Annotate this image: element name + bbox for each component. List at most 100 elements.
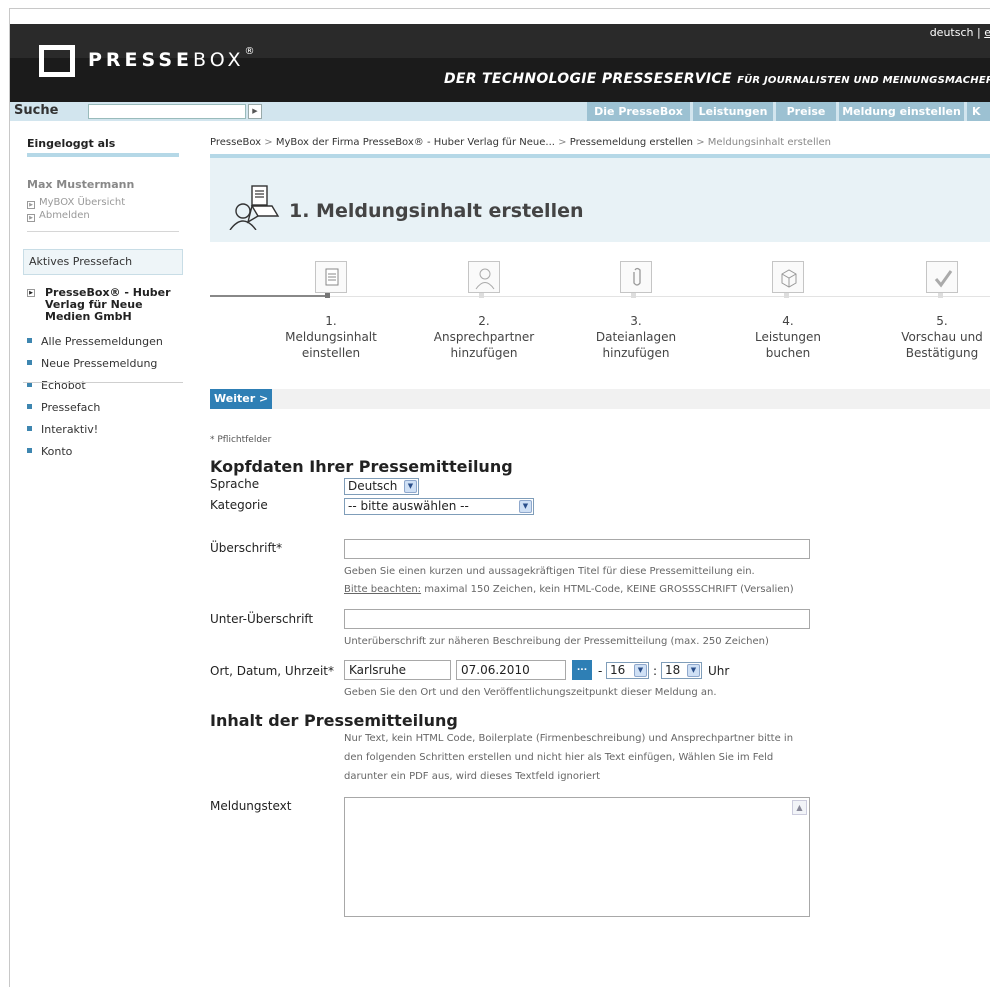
step-line2: Bestätigung	[905, 346, 979, 360]
step-2-label[interactable]: 2. Ansprechpartner hinzufügen	[414, 313, 554, 361]
nav-tab-die-pressebox[interactable]: Die PresseBox	[587, 102, 690, 121]
sidebar-bottom-divider	[23, 382, 183, 383]
slogan: DER TECHNOLOGIE PRESSESERVICE FÜR JOURNA…	[444, 71, 990, 87]
weiter-button[interactable]: Weiter >	[210, 389, 273, 409]
hour-select[interactable]: 16 ▼	[606, 662, 649, 679]
step-2-icon[interactable]	[468, 261, 500, 293]
step-dot-2	[479, 293, 484, 298]
sidebar-item-label: Interaktiv!	[41, 423, 99, 436]
breadcrumb-item[interactable]: MyBox der Firma PresseBox® - Huber Verla…	[276, 137, 555, 148]
meldungstext-label: Meldungstext	[210, 799, 292, 813]
language-switcher: deutsch | e	[930, 26, 990, 39]
bullet-icon	[27, 448, 32, 453]
kategorie-label: Kategorie	[210, 498, 268, 512]
ueberschrift-label: Überschrift*	[210, 541, 283, 555]
breadcrumb-item[interactable]: Pressemeldung erstellen	[570, 137, 693, 148]
breadcrumb-separator: >	[558, 137, 567, 148]
datum-input[interactable]: 07.06.2010	[456, 660, 566, 680]
step-3-label[interactable]: 3. Dateianlagen hinzufügen	[566, 313, 706, 361]
logged-in-heading: Eingeloggt als	[27, 137, 116, 150]
nav-tab-leistungen[interactable]: Leistungen	[693, 102, 773, 121]
step-1-label[interactable]: 1. Meldungsinhalt einstellen	[261, 313, 401, 361]
step-dot-1	[325, 293, 330, 298]
nav-tab-preise[interactable]: Preise	[776, 102, 836, 121]
step-dot-5	[938, 293, 943, 298]
unter-ueberschrift-label: Unter-Überschrift	[210, 612, 314, 626]
step-num: 4.	[782, 314, 794, 328]
chevron-down-icon: ▼	[404, 480, 417, 493]
mybox-overview-link[interactable]: ▶ MyBOX Übersicht	[27, 197, 125, 209]
kategorie-value: -- bitte auswählen --	[348, 499, 469, 513]
document-icon	[325, 268, 339, 286]
step-num: 3.	[630, 314, 642, 328]
person-icon	[475, 268, 495, 290]
sidebar-item-echobot[interactable]: Echobot	[27, 379, 86, 392]
sprache-label: Sprache	[210, 477, 260, 491]
step-line1: Ansprechpartner	[433, 330, 535, 344]
sidebar-item-label: Alle Pressemeldungen	[41, 335, 163, 348]
kategorie-select[interactable]: -- bitte auswählen -- ▼	[344, 498, 534, 515]
lang-de-link[interactable]: deutsch	[930, 26, 974, 39]
sprache-select[interactable]: Deutsch ▼	[344, 478, 419, 495]
sidebar-item-pressefach[interactable]: Pressefach	[27, 401, 100, 414]
step-line1: Vorschau und	[901, 330, 983, 344]
logout-label: Abmelden	[39, 210, 90, 221]
ort-datum-label: Ort, Datum, Uhrzeit*	[210, 664, 334, 678]
step-line2: buchen	[765, 346, 811, 360]
page-title-box: 1. Meldungsinhalt erstellen	[210, 158, 990, 242]
sidebar-item-interaktiv[interactable]: Interaktiv!	[27, 423, 98, 436]
meldungstext-textarea[interactable]: ▲	[344, 797, 810, 917]
search-go-button[interactable]: ▶	[248, 104, 262, 119]
ort-input[interactable]: Karlsruhe	[344, 660, 451, 680]
search-nav-bar: Suche ▶ Die PresseBox Leistungen Preise …	[10, 102, 990, 121]
step-4-label[interactable]: 4. Leistungen buchen	[718, 313, 858, 361]
paperclip-icon	[633, 267, 641, 286]
chevron-down-icon: ▼	[519, 500, 532, 513]
arrow-square-icon: ▶	[27, 201, 35, 209]
site-logo[interactable]: PRESSEBOX®	[88, 46, 255, 71]
calendar-button[interactable]: ...	[572, 660, 592, 680]
search-label: Suche	[14, 103, 59, 118]
sidebar-company-label: PresseBox® - Huber Verlag für Neue Medie…	[45, 286, 171, 323]
breadcrumb-separator: >	[696, 137, 705, 148]
site-header: PRESSEBOX® deutsch | e DER TECHNOLOGIE P…	[10, 24, 990, 102]
nav-tab-k[interactable]: K	[967, 102, 990, 121]
step-line1: Dateianlagen	[595, 330, 677, 344]
logo-bold: PRESSE	[88, 49, 194, 71]
step-3-icon[interactable]	[620, 261, 652, 293]
person-document-icon	[229, 185, 280, 230]
progress-active	[210, 295, 325, 297]
minute-value: 18	[665, 663, 681, 677]
mybox-overview-label: MyBOX Übersicht	[39, 197, 126, 208]
sidebar-item-alle-pressemeldungen[interactable]: Alle Pressemeldungen	[27, 335, 163, 348]
scroll-up-icon[interactable]: ▲	[792, 800, 807, 815]
sidebar-item-konto[interactable]: Konto	[27, 445, 72, 458]
hint-text: maximal 150 Zeichen, kein HTML-Code, KEI…	[421, 584, 794, 595]
logo-registered: ®	[244, 46, 255, 57]
bullet-icon	[27, 360, 32, 365]
step-4-icon[interactable]	[772, 261, 804, 293]
browser-page: PRESSEBOX® deutsch | e DER TECHNOLOGIE P…	[9, 8, 990, 987]
chevron-down-icon: ▼	[634, 664, 647, 677]
step-5-label[interactable]: 5. Vorschau und Bestätigung	[872, 313, 990, 361]
sidebar-divider	[27, 153, 179, 157]
step-5-icon[interactable]	[926, 261, 958, 293]
logout-link[interactable]: ▶ Abmelden	[27, 210, 90, 222]
logo-square-icon	[39, 45, 75, 77]
box-icon	[781, 269, 797, 288]
slogan-main: DER TECHNOLOGIE PRESSESERVICE	[444, 71, 732, 87]
sprache-value: Deutsch	[348, 479, 398, 493]
ueberschrift-input[interactable]	[344, 539, 810, 559]
time-dash: -	[598, 664, 603, 678]
breadcrumb-item[interactable]: PresseBox	[210, 137, 261, 148]
sidebar-item-neue-pressemeldung[interactable]: Neue Pressemeldung	[27, 357, 157, 370]
logo-regular: BOX	[193, 49, 245, 71]
search-input[interactable]	[88, 104, 246, 119]
minute-select[interactable]: 18 ▼	[661, 662, 702, 679]
step-1-icon[interactable]	[315, 261, 347, 293]
time-colon: :	[653, 664, 658, 678]
checkmark-icon	[934, 270, 953, 288]
unter-ueberschrift-input[interactable]	[344, 609, 810, 629]
nav-tab-meldung-einstellen[interactable]: Meldung einstellen	[839, 102, 964, 121]
lang-en-link[interactable]: e	[984, 26, 990, 39]
